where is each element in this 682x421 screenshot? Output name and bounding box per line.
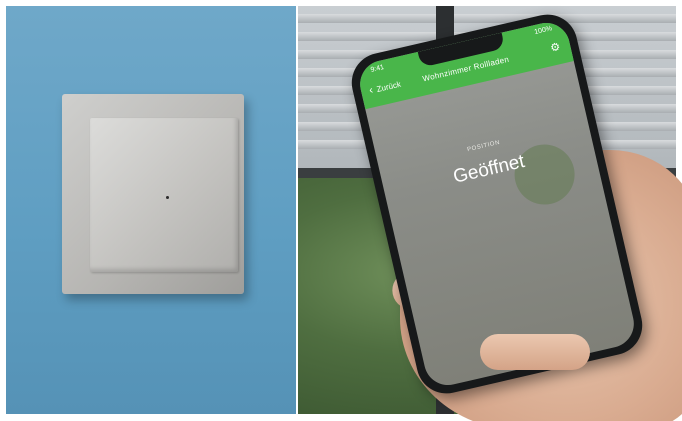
status-battery: 100%	[533, 25, 553, 37]
switch-indicator-led	[166, 196, 169, 199]
blind-slat	[298, 14, 676, 23]
status-time: 9:41	[369, 64, 385, 74]
index-finger	[480, 334, 590, 370]
wall-switch-rocker	[90, 118, 238, 272]
photo-composite: 9:41 100% ‹ Zurück Wohnzimmer Rollladen …	[0, 0, 682, 421]
